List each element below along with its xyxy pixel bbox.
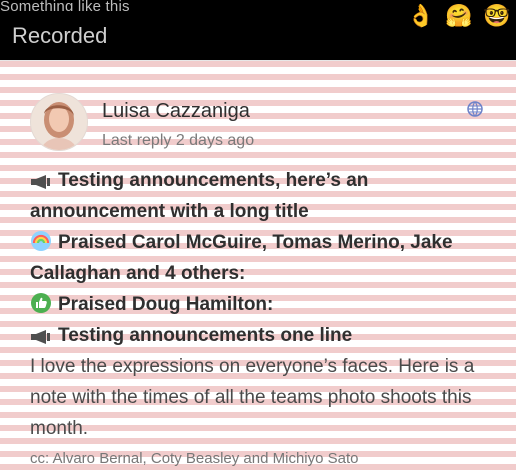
thumbs-up-icon <box>31 293 51 313</box>
reaction-bar: 😅 👌 🤗 🤓 <box>368 1 512 33</box>
nerd-face-icon[interactable]: 🤓 <box>482 1 512 31</box>
praise-line: Praised Carol McGuire, Tomas Merino, Jak… <box>30 227 502 289</box>
avatar-photo <box>31 94 87 150</box>
praise-line-2: Praised Doug Hamilton: <box>30 289 502 320</box>
header-subtitle: Recorded <box>12 23 108 48</box>
globe-icon[interactable] <box>466 100 484 118</box>
praise-recipients: Praised Carol McGuire, Tomas Merino, Jak… <box>30 232 453 284</box>
ok-hand-icon[interactable]: 👌 <box>406 1 436 31</box>
praise-recipient: Praised Doug Hamilton: <box>58 294 274 315</box>
avatar[interactable] <box>30 93 88 151</box>
header-title: Something like this <box>0 0 130 14</box>
cc-line: cc: Alvaro Bernal, Coty Beasley and Mich… <box>30 450 359 467</box>
rainbow-icon <box>31 231 51 251</box>
post-body: I love the expressions on everyone’s fac… <box>30 356 475 439</box>
announcement-line: Testing announcements, here’s an announc… <box>30 165 502 227</box>
megaphone-icon <box>31 330 50 344</box>
megaphone-icon <box>31 175 50 189</box>
top-strip: Something like this Recorded 😅 👌 🤗 🤓 <box>0 0 516 58</box>
announcement-title: Testing announcements, here’s an announc… <box>30 170 369 222</box>
grinning-sweat-icon[interactable]: 😅 <box>368 1 398 31</box>
author-name[interactable]: Luisa Cazzaniga <box>102 99 250 123</box>
announcement-line-2: Testing announcements one line <box>30 320 502 351</box>
post-card: Luisa Cazzaniga Last reply 2 days ago Te… <box>0 60 516 471</box>
post-content: Testing announcements, here’s an announc… <box>30 165 502 469</box>
announcement-title-2: Testing announcements one line <box>58 325 353 346</box>
hugging-face-icon[interactable]: 🤗 <box>444 1 474 31</box>
last-reply: Last reply 2 days ago <box>102 132 255 149</box>
